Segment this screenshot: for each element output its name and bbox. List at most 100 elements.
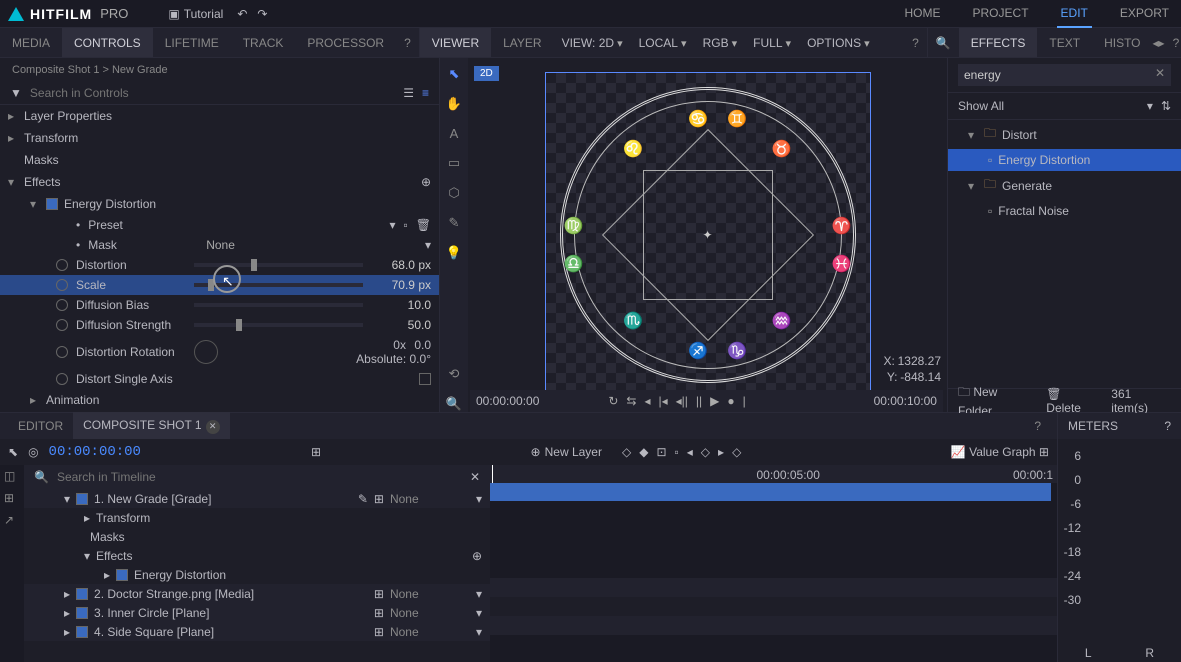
search-controls-input[interactable] xyxy=(30,86,395,100)
tool-mask-icon[interactable]: ▭ xyxy=(448,155,460,171)
view-list-icon[interactable]: ☰ xyxy=(403,86,414,100)
prev-frame-icon[interactable]: ◂ xyxy=(644,394,650,408)
keyframe-toggle[interactable] xyxy=(56,279,68,291)
tool-zoom-icon[interactable]: 🔍 xyxy=(446,396,462,412)
tool-orbit-icon[interactable]: ⟲ xyxy=(449,366,460,382)
filter-icon[interactable]: ▼ xyxy=(10,86,22,100)
layer-1-energy[interactable]: ▸Energy Distortion xyxy=(24,565,490,584)
layer-eye-icon[interactable]: ⊞ xyxy=(374,606,384,620)
view-local[interactable]: LOCAL ▾ xyxy=(631,28,695,57)
tool-hand-icon[interactable]: ✋ xyxy=(446,96,462,112)
effect-fractal-noise[interactable]: ▫Fractal Noise xyxy=(948,200,1181,222)
undo-icon[interactable]: ↶ xyxy=(237,7,247,21)
track-4[interactable] xyxy=(490,616,1057,635)
tl-tool3-icon[interactable]: ↗ xyxy=(0,509,24,531)
preset-save-icon[interactable]: ▫ xyxy=(404,218,408,232)
keyframe-toggle[interactable] xyxy=(56,299,68,311)
tl-snap-icon[interactable]: ◎ xyxy=(28,445,38,459)
prop-scale[interactable]: Scale 70.9 px xyxy=(0,275,439,295)
tab-text[interactable]: TEXT xyxy=(1037,28,1092,57)
clip-grade[interactable] xyxy=(490,483,1051,501)
tab-layer[interactable]: LAYER xyxy=(491,28,553,57)
timeline-ruler[interactable]: 00:00:05:00 00:00:1 xyxy=(490,465,1057,483)
effect-energy-distortion[interactable]: ▫Energy Distortion xyxy=(948,149,1181,171)
tab-track[interactable]: TRACK xyxy=(231,28,296,57)
delete-button[interactable]: 🗑 Delete xyxy=(1046,387,1099,415)
value-graph-button[interactable]: 📈 Value Graph ⊞ xyxy=(951,445,1049,459)
new-layer-button[interactable]: ⊕New Layer xyxy=(531,445,602,459)
prop-diffusion-bias[interactable]: Diffusion Bias 10.0 xyxy=(0,295,439,315)
redo-icon[interactable]: ↷ xyxy=(257,7,267,21)
tab-composite-shot[interactable]: COMPOSITE SHOT 1✕ xyxy=(73,412,229,440)
pause-icon[interactable]: || xyxy=(696,394,702,408)
mask-dropdown-icon[interactable]: ▾ xyxy=(425,238,431,252)
effect-enable-checkbox[interactable] xyxy=(116,569,128,581)
nav-export[interactable]: EXPORT xyxy=(1116,0,1173,28)
prop-distortion-rotation[interactable]: Distortion Rotation 0x 0.0Absolute: 0.0° xyxy=(0,335,439,369)
layer-eye-icon[interactable]: ⊞ xyxy=(374,625,384,639)
layer-2[interactable]: ▸2. Doctor Strange.png [Media]⊞None▾ xyxy=(24,584,490,603)
tl-search-icon[interactable]: 🔍 xyxy=(34,470,49,484)
keyframe-toggle[interactable] xyxy=(56,346,68,358)
clear-search-icon[interactable]: ✕ xyxy=(1155,66,1165,80)
layer-1-masks[interactable]: Masks xyxy=(24,527,490,546)
layer-4[interactable]: ▸4. Side Square [Plane]⊞None▾ xyxy=(24,622,490,641)
keyframe-toggle[interactable] xyxy=(56,259,68,271)
layer-1-effects[interactable]: ▾Effects⊕ xyxy=(24,546,490,565)
kf-out-icon[interactable]: ◂ xyxy=(687,445,693,459)
kf-add-icon[interactable]: ◆ xyxy=(639,445,648,459)
distortion-value[interactable]: 68.0 px xyxy=(371,258,431,272)
timeline-search-input[interactable] xyxy=(57,470,462,484)
help-icon[interactable]: ? xyxy=(396,28,419,57)
diffusion-bias-slider[interactable] xyxy=(194,303,363,307)
view-grid-icon[interactable]: ≡ xyxy=(422,86,429,100)
tab-history[interactable]: HISTO xyxy=(1092,28,1152,57)
play-icon[interactable]: ▶ xyxy=(710,394,719,408)
tool-select-icon[interactable]: ⬉ xyxy=(449,66,460,82)
tree-layer-properties[interactable]: ▸Layer Properties xyxy=(0,105,439,127)
preset-delete-icon[interactable]: 🗑 xyxy=(416,218,431,232)
layer-enable-checkbox[interactable] xyxy=(76,626,88,638)
tab-processor[interactable]: PROCESSOR xyxy=(295,28,396,57)
loop-icon[interactable]: ↻ xyxy=(608,394,618,408)
kf-toggle-icon[interactable]: ⊡ xyxy=(656,445,666,459)
tab-media[interactable]: MEDIA xyxy=(0,28,62,57)
layer-edit-icon[interactable]: ✎ xyxy=(358,492,368,506)
diffusion-bias-value[interactable]: 10.0 xyxy=(371,298,431,312)
preset-dropdown-icon[interactable]: ▾ xyxy=(389,218,395,232)
track-1[interactable] xyxy=(490,483,1057,502)
record-icon[interactable]: ● xyxy=(727,394,734,408)
effect-enable-checkbox[interactable] xyxy=(46,198,58,210)
tab-effects[interactable]: EFFECTS xyxy=(959,28,1038,57)
layer-eye-icon[interactable]: ⊞ xyxy=(374,492,384,506)
effects-help-icon[interactable]: ? xyxy=(1165,28,1181,57)
tab-controls[interactable]: CONTROLS xyxy=(62,28,153,57)
scale-value[interactable]: 70.9 px xyxy=(371,278,431,292)
diffusion-strength-value[interactable]: 50.0 xyxy=(371,318,431,332)
prop-distortion[interactable]: Distortion 68.0 px xyxy=(0,255,439,275)
layer-1-transform[interactable]: ▸Transform xyxy=(24,508,490,527)
tl-tool-icon[interactable]: ⬉ xyxy=(8,445,18,459)
kf-linear-icon[interactable]: ◇ xyxy=(732,445,741,459)
tree-effects[interactable]: ▾Effects⊕ xyxy=(0,171,439,193)
tl-tool2-icon[interactable]: ⊞ xyxy=(0,487,24,509)
tutorial-link[interactable]: ▣ Tutorial xyxy=(168,7,223,21)
layer-enable-checkbox[interactable] xyxy=(76,588,88,600)
tool-text-icon[interactable]: A xyxy=(450,126,459,141)
step-back-icon[interactable]: ◂|| xyxy=(676,394,688,408)
add-effect-icon[interactable]: ⊕ xyxy=(421,175,431,189)
goto-end-icon[interactable]: | xyxy=(743,394,746,408)
show-all-dropdown[interactable]: Show All▾⇅ xyxy=(948,93,1181,120)
layer-enable-checkbox[interactable] xyxy=(76,607,88,619)
tool-shape-icon[interactable]: ⬡ xyxy=(448,185,459,201)
view-rgb[interactable]: RGB ▾ xyxy=(695,28,746,57)
range-icon[interactable]: ⇆ xyxy=(626,394,636,408)
prop-diffusion-strength[interactable]: Diffusion Strength 50.0 xyxy=(0,315,439,335)
meters-help-icon[interactable]: ? xyxy=(1164,419,1171,433)
diffusion-strength-slider[interactable] xyxy=(194,323,363,327)
kf-ease-icon[interactable]: ▸ xyxy=(718,445,724,459)
keyframe-toggle[interactable] xyxy=(56,319,68,331)
single-axis-checkbox[interactable] xyxy=(419,373,431,385)
nav-home[interactable]: HOME xyxy=(901,0,945,28)
effects-search-icon[interactable]: 🔍 xyxy=(928,28,959,57)
